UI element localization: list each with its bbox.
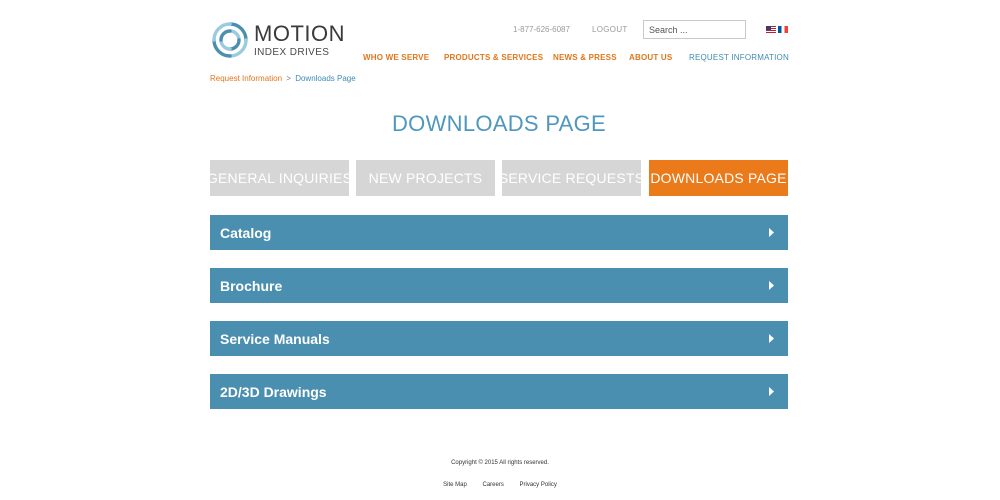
- us-flag-icon[interactable]: [766, 26, 776, 33]
- chevron-right-icon: [769, 228, 774, 237]
- breadcrumb: Request Information > Downloads Page: [210, 74, 356, 83]
- page-title: DOWNLOADS PAGE: [391, 111, 607, 136]
- nav-item-who-we-serve[interactable]: WHO WE SERVE: [363, 53, 429, 62]
- logo-text: MOTION INDEX DRIVES: [254, 20, 345, 58]
- tab-service-requests[interactable]: SERVICE REQUESTS: [499, 160, 644, 196]
- motion-logo-icon: [212, 22, 248, 58]
- logo[interactable]: MOTION INDEX DRIVES: [210, 19, 350, 61]
- section-label: Service Manuals: [220, 330, 330, 347]
- fr-flag-icon[interactable]: [778, 26, 788, 33]
- section-label: Brochure: [220, 277, 283, 294]
- phone-number[interactable]: 1-877-626-6087: [513, 25, 570, 34]
- breadcrumb-separator: >: [286, 74, 291, 83]
- nav-item-about-us[interactable]: ABOUT US: [629, 53, 672, 62]
- section-service-manuals[interactable]: Service Manuals: [210, 321, 788, 356]
- footer-links: Site Map Careers Privacy Policy: [0, 482, 1000, 488]
- section-catalog[interactable]: Catalog: [210, 215, 788, 250]
- language-flags: [766, 26, 788, 33]
- section-2d-3d-drawings[interactable]: 2D/3D Drawings: [210, 374, 788, 409]
- tab-general-inquiries[interactable]: GENERAL INQUIRIES: [207, 160, 352, 196]
- utility-bar: 1-877-626-6087 LOGOUT: [505, 20, 790, 40]
- request-tabs: GENERAL INQUIRIES NEW PROJECTS SERVICE R…: [207, 160, 788, 196]
- search-input[interactable]: [643, 20, 746, 39]
- section-brochure[interactable]: Brochure: [210, 268, 788, 303]
- section-label: 2D/3D Drawings: [220, 383, 327, 400]
- breadcrumb-parent-link[interactable]: Request Information: [210, 74, 282, 83]
- logo-subtitle: INDEX DRIVES: [254, 46, 330, 58]
- tab-downloads-page[interactable]: DOWNLOADS PAGE: [649, 160, 788, 196]
- main-nav: WHO WE SERVE PRODUCTS & SERVICES NEWS & …: [363, 53, 793, 65]
- logout-link[interactable]: LOGOUT: [592, 25, 628, 34]
- nav-item-products-services[interactable]: PRODUCTS & SERVICES: [444, 53, 543, 62]
- footer-link-privacy-policy[interactable]: Privacy Policy: [520, 482, 557, 488]
- chevron-right-icon: [769, 334, 774, 343]
- nav-item-request-information[interactable]: REQUEST INFORMATION: [689, 53, 789, 62]
- tab-new-projects[interactable]: NEW PROJECTS: [356, 160, 495, 196]
- chevron-right-icon: [769, 387, 774, 396]
- footer-link-careers[interactable]: Careers: [483, 482, 504, 488]
- footer-link-site-map[interactable]: Site Map: [443, 482, 467, 488]
- copyright-text: Copyright © 2015 All rights reserved.: [451, 460, 549, 466]
- chevron-right-icon: [769, 281, 774, 290]
- logo-title: MOTION: [254, 20, 345, 46]
- breadcrumb-current: Downloads Page: [295, 74, 356, 83]
- section-label: Catalog: [220, 224, 272, 241]
- nav-item-news-press[interactable]: NEWS & PRESS: [553, 53, 617, 62]
